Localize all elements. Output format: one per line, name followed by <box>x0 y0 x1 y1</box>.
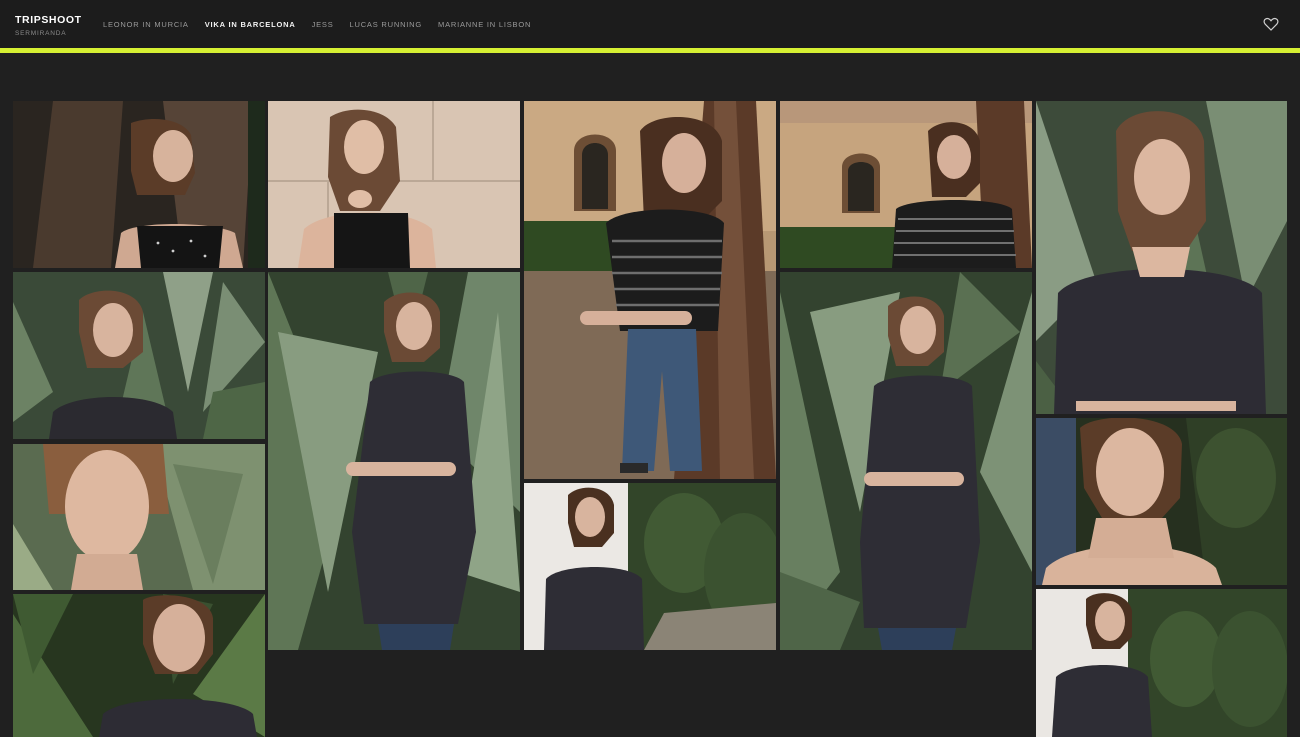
gallery-photo[interactable] <box>1036 101 1287 414</box>
gallery-navigation: LEONOR IN MURCIA VIKA IN BARCELONA JESS … <box>103 20 531 29</box>
gallery-photo[interactable] <box>780 272 1032 650</box>
gallery-photo[interactable] <box>13 101 265 268</box>
nav-item-leonor-in-murcia[interactable]: LEONOR IN MURCIA <box>103 20 189 29</box>
brand-subtitle: SERMIRANDA <box>15 30 67 37</box>
gallery-photo[interactable] <box>780 101 1032 268</box>
gallery-photo[interactable] <box>268 101 520 268</box>
gallery-photo[interactable] <box>1036 589 1287 737</box>
nav-item-vika-in-barcelona[interactable]: VIKA IN BARCELONA <box>205 20 296 29</box>
brand-logo[interactable]: TRIPSHOOT SERMIRANDA <box>15 14 82 37</box>
heart-icon[interactable] <box>1263 16 1279 32</box>
gallery-photo[interactable] <box>524 483 776 650</box>
brand-title[interactable]: TRIPSHOOT <box>15 14 82 26</box>
gallery-photo[interactable] <box>13 272 265 439</box>
nav-item-lucas-running[interactable]: LUCAS RUNNING <box>350 20 423 29</box>
nav-item-jess[interactable]: JESS <box>312 20 334 29</box>
gallery-photo[interactable] <box>13 594 265 737</box>
gallery-photo[interactable] <box>524 101 776 479</box>
gallery-photo[interactable] <box>1036 418 1287 585</box>
top-navigation-bar: TRIPSHOOT SERMIRANDA LEONOR IN MURCIA VI… <box>0 0 1300 48</box>
gallery-photo[interactable] <box>13 444 265 590</box>
gallery-photo[interactable] <box>268 272 520 650</box>
nav-item-marianne-in-lisbon[interactable]: MARIANNE IN LISBON <box>438 20 531 29</box>
photo-gallery-grid <box>0 53 1300 737</box>
